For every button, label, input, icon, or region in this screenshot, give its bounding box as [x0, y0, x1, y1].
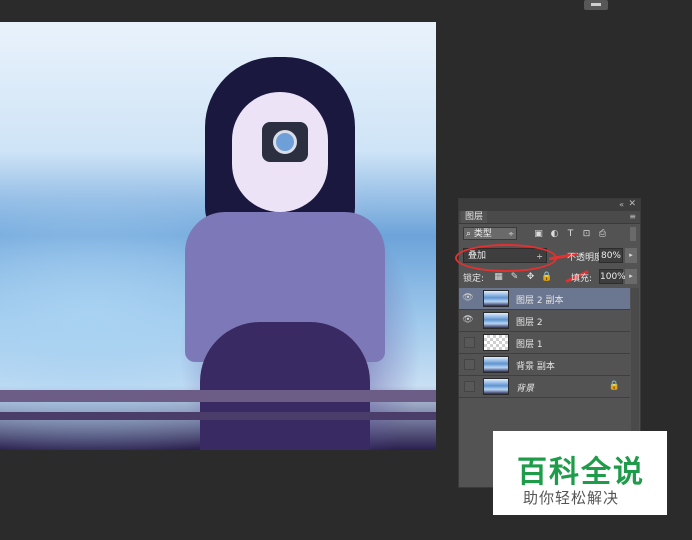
layer-row[interactable]: 图层 1: [459, 332, 630, 354]
layer-name: 图层 2 副本: [516, 296, 564, 306]
layer-row[interactable]: 👁 图层 2: [459, 310, 630, 332]
collapsed-panel-icon[interactable]: [584, 0, 608, 10]
layer-row[interactable]: 背景 🔒: [459, 376, 630, 398]
lock-all-icon[interactable]: 🔒: [541, 272, 552, 283]
visibility-toggle[interactable]: [464, 381, 475, 392]
lock-fill-row: 锁定: ▦ ✎ ✥ 🔒 填充: 100% ▸: [459, 269, 640, 285]
filter-adjustment-icon[interactable]: ◐: [549, 229, 560, 240]
panel-titlebar: « ✕: [459, 199, 640, 211]
layer-row[interactable]: 👁 图层 2 副本: [459, 288, 630, 310]
filter-toggle[interactable]: [630, 227, 636, 241]
filter-kind-value: 类型: [473, 229, 492, 239]
close-icon[interactable]: ✕: [628, 199, 636, 209]
blend-opacity-row: 叠加 ÷ 不透明度: 80% ▸: [455, 244, 640, 272]
layer-lock-icon: 🔒: [608, 381, 620, 391]
dropdown-arrow-icon: ÷: [508, 230, 514, 238]
layer-thumbnail: [483, 290, 509, 307]
layer-thumbnail: [483, 378, 509, 395]
layer-row[interactable]: 背景 副本: [459, 354, 630, 376]
fill-input[interactable]: 100%: [599, 269, 626, 284]
document-canvas[interactable]: [0, 22, 436, 450]
opacity-slider-button[interactable]: ▸: [625, 248, 637, 263]
lock-image-pixels-icon[interactable]: ✎: [509, 272, 520, 283]
search-icon: ⌕: [466, 229, 472, 239]
tab-layers[interactable]: 图层: [461, 211, 488, 223]
eye-icon[interactable]: 👁: [462, 314, 474, 326]
filter-shape-icon[interactable]: ⊡: [581, 229, 592, 240]
annotation-ellipse: [455, 244, 557, 272]
layer-list: 👁 图层 2 副本 👁 图层 2 图层 1 背景 副本 背景 🔒: [459, 288, 630, 398]
layer-filter-row: ⌕ 类型 ÷ ▣ ◐ T ⊡ ⎙: [459, 226, 640, 242]
fill-slider-button[interactable]: ▸: [625, 269, 637, 284]
lock-transparent-pixels-icon[interactable]: ▦: [493, 272, 504, 283]
filter-type-icon[interactable]: T: [565, 229, 576, 240]
filter-smart-object-icon[interactable]: ⎙: [597, 229, 608, 240]
watermark-subtitle: 助你轻松解决: [523, 489, 620, 507]
layer-name: 背景: [516, 384, 535, 394]
layer-thumbnail: [483, 356, 509, 373]
lock-label: 锁定:: [463, 274, 485, 284]
layer-name: 背景 副本: [516, 362, 555, 372]
opacity-input[interactable]: 80%: [599, 248, 623, 263]
photo-camera: [262, 122, 308, 162]
eye-icon[interactable]: 👁: [462, 292, 474, 304]
collapse-icon[interactable]: «: [619, 200, 624, 209]
photo-rail: [0, 390, 436, 402]
layer-name: 图层 2: [516, 318, 543, 328]
photo-legs: [200, 322, 370, 450]
layer-thumbnail: [483, 312, 509, 329]
layer-name: 图层 1: [516, 340, 543, 350]
fill-label: 填充:: [571, 274, 593, 284]
filter-kind-select[interactable]: ⌕ 类型 ÷: [463, 227, 517, 240]
panel-menu-icon[interactable]: ≡: [629, 212, 636, 221]
photo-rail-lower: [0, 412, 436, 420]
watermark-title: 百科全说: [517, 455, 645, 490]
filter-pixel-icon[interactable]: ▣: [533, 229, 544, 240]
watermark: 百科全说 助你轻松解决: [493, 431, 667, 515]
visibility-toggle[interactable]: [464, 359, 475, 370]
layer-thumbnail: [483, 334, 509, 351]
panel-tabbar: 图层 ≡: [459, 211, 640, 224]
visibility-toggle[interactable]: [464, 337, 475, 348]
lock-position-icon[interactable]: ✥: [525, 272, 536, 283]
